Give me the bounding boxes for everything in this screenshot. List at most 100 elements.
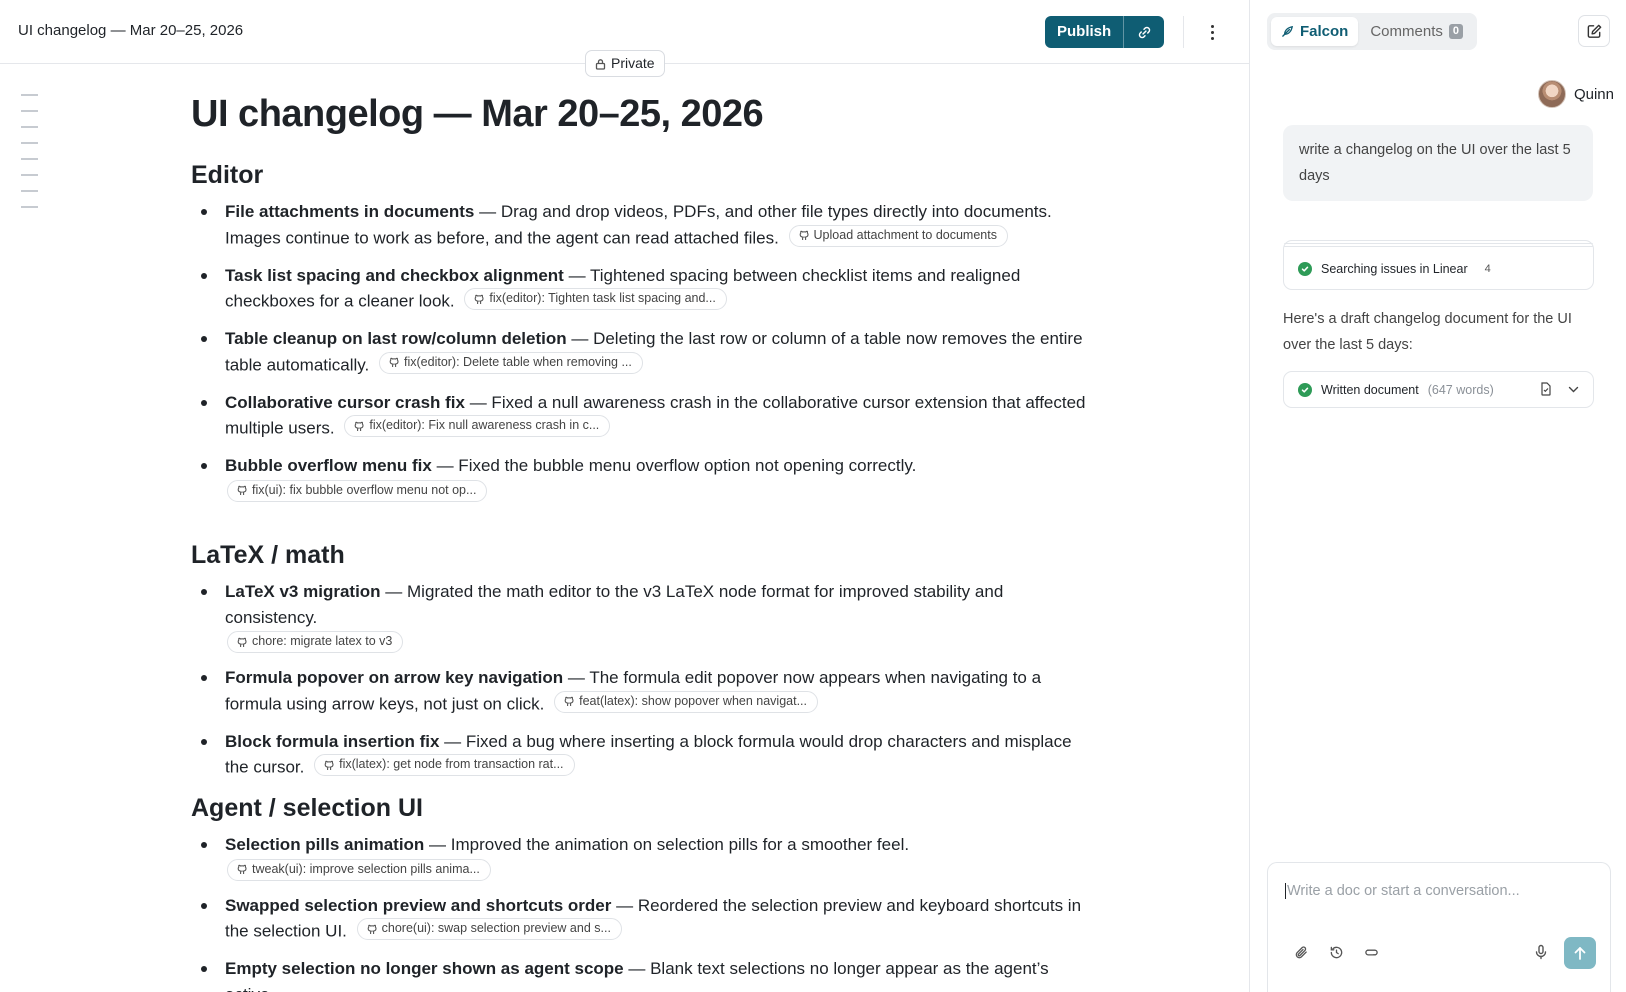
history-icon[interactable] — [1327, 943, 1345, 961]
doc-result-meta: (647 words) — [1427, 382, 1494, 397]
changelog-list: Selection pills animation — Improved the… — [191, 832, 1091, 992]
github-icon — [354, 421, 364, 431]
page-title: UI changelog — Mar 20–25, 2026 — [191, 93, 764, 135]
list-item: Table cleanup on last row/column deletio… — [191, 326, 1091, 378]
send-button[interactable] — [1564, 937, 1596, 969]
chevron-down-icon[interactable] — [1568, 386, 1579, 393]
section-editor: Editor File attachments in documents — D… — [191, 158, 1091, 514]
pill-label: chore(ui): swap selection preview and s.… — [381, 921, 611, 936]
list-item: File attachments in documents — Drag and… — [191, 199, 1091, 251]
link-icon — [1138, 26, 1150, 38]
github-icon — [324, 760, 334, 770]
lock-icon — [595, 58, 606, 70]
outline-minimap[interactable] — [21, 94, 38, 208]
comments-count-badge: 0 — [1448, 24, 1463, 39]
assistant-message: Here's a draft changelog document for th… — [1283, 311, 1572, 353]
tab-comments[interactable]: Comments 0 — [1360, 17, 1473, 46]
tab-label: Comments — [1370, 23, 1443, 40]
list-item: Task list spacing and checkbox alignment… — [191, 263, 1091, 315]
visibility-badge[interactable]: Private — [585, 50, 665, 77]
list-item: Collaborative cursor crash fix — Fixed a… — [191, 390, 1091, 442]
composer-input[interactable] — [1285, 883, 1595, 899]
loop-icon[interactable] — [1362, 943, 1380, 961]
assistant-pane: Falcon Comments 0 Quinn write a changelo… — [1251, 0, 1626, 992]
changelog-list: LaTeX v3 migration — Migrated the math e… — [191, 579, 1091, 780]
user-message-header: Quinn — [1537, 80, 1614, 108]
kebab-menu-icon[interactable] — [1200, 20, 1224, 44]
pr-pill[interactable]: fix(editor): Tighten task list spacing a… — [464, 288, 727, 310]
github-icon — [475, 294, 484, 304]
item-title: Empty selection no longer shown as agent… — [225, 959, 624, 978]
user-name: Quinn — [1573, 85, 1614, 103]
document-body: UI changelog — Mar 20–25, 2026 Editor Fi… — [191, 84, 1091, 992]
section-latex: LaTeX / math LaTeX v3 migration — Migrat… — [191, 538, 1091, 792]
tab-label: Falcon — [1300, 23, 1349, 40]
composer — [1267, 862, 1611, 992]
pill-label: Upload attachment to documents — [813, 227, 997, 242]
item-title: Block formula insertion fix — [225, 731, 440, 751]
pill-label: fix(editor): Fix null awareness crash in… — [369, 418, 600, 433]
github-icon — [799, 230, 809, 240]
visibility-label: Private — [611, 55, 655, 71]
pr-pill[interactable]: feat(latex): show popover when navigat..… — [554, 690, 818, 713]
item-title: Collaborative cursor crash fix — [225, 392, 465, 412]
tool-call-count: 4 — [1484, 263, 1491, 275]
pill-label: fix(editor): Tighten task list spacing a… — [489, 291, 716, 306]
github-icon — [389, 357, 399, 367]
item-text: — Fixed the bubble menu overflow option … — [431, 456, 917, 475]
list-item: Formula popover on arrow key navigation … — [191, 665, 1091, 717]
paperclip-icon[interactable] — [1292, 943, 1310, 961]
pr-pill[interactable]: fix(editor): Delete table when removing … — [379, 351, 643, 374]
written-document-card[interactable]: Written document (647 words) — [1283, 371, 1594, 408]
user-message-bubble: write a changelog on the UI over the las… — [1283, 125, 1593, 201]
list-item: Block formula insertion fix — Fixed a bu… — [191, 729, 1091, 781]
github-icon — [237, 637, 247, 647]
changelog-list: File attachments in documents — Drag and… — [191, 199, 1091, 502]
copy-link-button[interactable] — [1124, 16, 1164, 48]
file-icon[interactable] — [1540, 382, 1552, 396]
item-text: — Improved the animation on selection pi… — [424, 835, 910, 854]
arrow-up-icon — [1574, 946, 1586, 960]
github-icon — [237, 485, 247, 495]
document-pane: UI changelog — Mar 20–25, 2026 Publish P… — [0, 0, 1250, 992]
list-item: Selection pills animation — Improved the… — [191, 832, 1091, 881]
topbar-divider — [1183, 16, 1184, 48]
list-item: Swapped selection preview and shortcuts … — [191, 893, 1091, 945]
list-item: Bubble overflow menu fix — Fixed the bub… — [191, 453, 1091, 502]
github-icon — [564, 696, 574, 706]
item-title: Bubble overflow menu fix — [225, 456, 432, 475]
pr-pill[interactable]: fix(latex): get node from transaction ra… — [314, 754, 575, 776]
check-icon — [1298, 262, 1312, 276]
pr-pill[interactable]: Upload attachment to documents — [788, 224, 1008, 247]
pill-label: tweak(ui): improve selection pills anima… — [252, 861, 480, 876]
pr-pill[interactable]: fix(ui): fix bubble overflow menu not op… — [227, 479, 488, 502]
pill-label: chore: migrate latex to v3 — [252, 634, 393, 649]
item-title: Task list spacing and checkbox alignment — [225, 265, 564, 285]
feather-icon — [1282, 25, 1294, 37]
publish-button[interactable]: Publish — [1045, 16, 1125, 48]
item-title: Swapped selection preview and shortcuts … — [225, 895, 612, 915]
chat-tabs: Falcon Comments 0 — [1267, 13, 1477, 50]
list-item: Empty selection no longer shown as agent… — [191, 956, 1091, 992]
new-chat-button[interactable] — [1578, 15, 1610, 47]
doc-title-breadcrumb: UI changelog — Mar 20–25, 2026 — [18, 22, 244, 39]
pr-pill[interactable]: chore: migrate latex to v3 — [227, 631, 404, 653]
pill-label: fix(editor): Delete table when removing … — [404, 354, 632, 369]
pill-label: feat(latex): show popover when navigat..… — [579, 693, 807, 708]
tool-call-label: Searching issues in Linear — [1321, 262, 1468, 276]
pr-pill[interactable]: tweak(ui): improve selection pills anima… — [227, 858, 491, 881]
section-agent-selection: Agent / selection UI Selection pills ani… — [191, 791, 1091, 992]
doc-result-label: Written document — [1321, 382, 1419, 397]
pr-pill[interactable]: fix(editor): Fix null awareness crash in… — [344, 415, 611, 437]
list-item: LaTeX v3 migration — Migrated the math e… — [191, 579, 1091, 653]
pr-pill[interactable]: chore(ui): swap selection preview and s.… — [356, 918, 622, 940]
github-icon — [367, 924, 377, 934]
item-title: Table cleanup on last row/column deletio… — [225, 329, 567, 348]
pill-label: fix(latex): get node from transaction ra… — [339, 757, 564, 772]
edit-icon — [1587, 24, 1601, 38]
tool-call-card[interactable]: Searching issues in Linear 4 — [1283, 240, 1594, 290]
publish-group: Publish — [1045, 16, 1165, 48]
section-heading: LaTeX / math — [191, 541, 345, 569]
mic-icon[interactable] — [1534, 944, 1548, 965]
tab-falcon[interactable]: Falcon — [1271, 17, 1359, 46]
